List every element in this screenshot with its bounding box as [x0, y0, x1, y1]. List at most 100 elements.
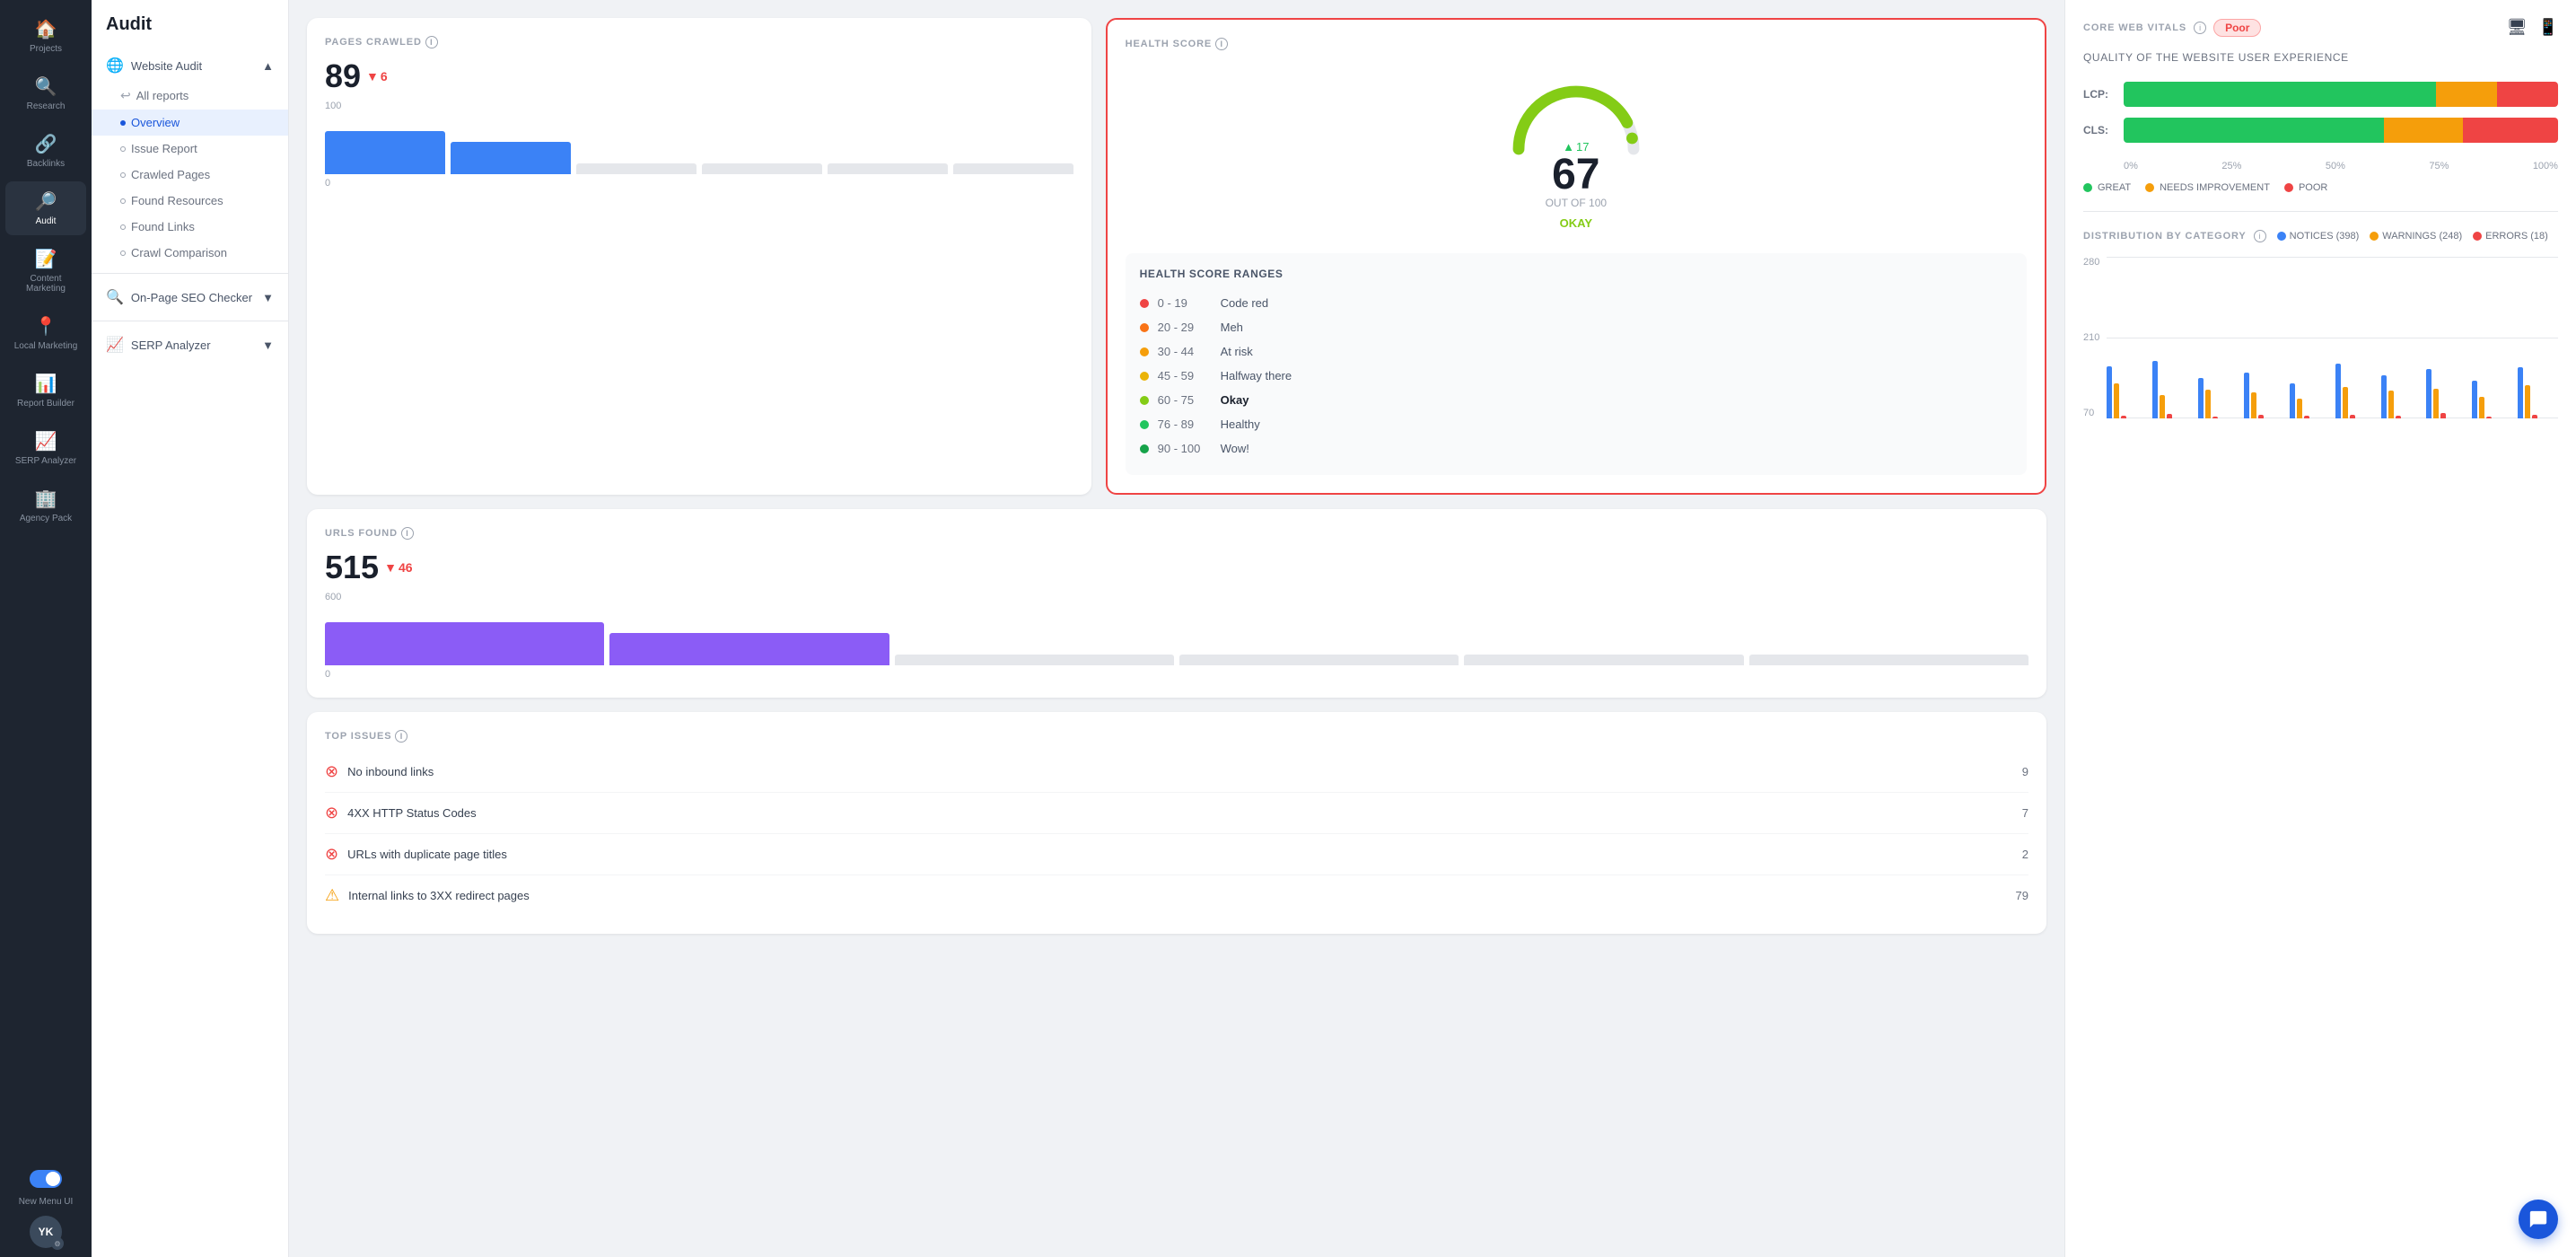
all-reports-label: All reports	[136, 89, 189, 102]
dist-y-70: 70	[2083, 408, 2099, 418]
nav-item-crawl-comparison[interactable]: Crawl Comparison	[92, 240, 288, 266]
issue-label-4: Internal links to 3XX redirect pages	[348, 889, 2006, 902]
nav-title: Audit	[92, 14, 288, 49]
sidebar-item-research[interactable]: 🔍 Research	[5, 66, 86, 120]
warnings-bar-6	[2388, 391, 2394, 418]
expand-on-page-seo-button[interactable]: ▼	[262, 291, 274, 304]
notices-bar-4	[2290, 383, 2295, 418]
sidebar: 🏠 Projects 🔍 Research 🔗 Backlinks 🔎 Audi…	[0, 0, 92, 1257]
globe-icon: 🌐	[106, 57, 124, 75]
pages-crawled-change: ▼ 6	[366, 69, 388, 84]
notices-bar-6	[2381, 375, 2387, 418]
avatar-initials: YK	[39, 1226, 54, 1238]
audit-icon: 🔎	[35, 190, 57, 213]
legend-great: GREAT	[2083, 182, 2131, 193]
url-bar-5	[1464, 655, 1743, 665]
errors-bar-9	[2532, 415, 2537, 418]
range-dot-amber	[1140, 347, 1149, 356]
pages-crawled-value: 89 ▼ 6	[325, 57, 1073, 95]
urls-found-info-icon[interactable]: i	[401, 527, 414, 540]
dist-bar-group-2	[2198, 378, 2239, 418]
nav-item-found-resources[interactable]: Found Resources	[92, 188, 288, 214]
sidebar-item-agency-pack[interactable]: 🏢 Agency Pack	[5, 479, 86, 532]
nav-divider-1	[92, 273, 288, 274]
collapse-website-audit-button[interactable]: ▲	[262, 59, 274, 73]
found-links-label: Found Links	[131, 220, 195, 233]
sidebar-item-projects[interactable]: 🏠 Projects	[5, 9, 86, 63]
nav-item-issue-report[interactable]: Issue Report	[92, 136, 288, 162]
sidebar-item-audit[interactable]: 🔎 Audit	[5, 181, 86, 235]
found-resources-label: Found Resources	[131, 194, 223, 207]
issue-label-2: 4XX HTTP Status Codes	[347, 806, 2013, 820]
sidebar-item-backlinks[interactable]: 🔗 Backlinks	[5, 124, 86, 178]
issue-item-1[interactable]: ⊗ No inbound links 9	[325, 752, 2028, 793]
nav-item-overview[interactable]: Overview	[92, 110, 288, 136]
sidebar-item-local-marketing[interactable]: 📍 Local Marketing	[5, 306, 86, 360]
pages-crawled-title: PAGES CRAWLED i	[325, 36, 1073, 48]
sidebar-item-content-marketing[interactable]: 📝 Content Marketing	[5, 239, 86, 303]
dist-bar-group-9	[2518, 367, 2558, 418]
notices-bar-0	[2107, 366, 2112, 418]
issue-item-4[interactable]: ⚠ Internal links to 3XX redirect pages 7…	[325, 875, 2028, 916]
cwv-info-icon[interactable]: i	[2194, 22, 2206, 34]
expand-serp-button[interactable]: ▼	[262, 338, 274, 352]
errors-bar-0	[2121, 416, 2126, 418]
dist-y-280: 280	[2083, 257, 2099, 268]
range-30-44: 30 - 44 At risk	[1140, 339, 2012, 364]
health-score-info-icon[interactable]: i	[1215, 38, 1228, 50]
cls-label: CLS:	[2083, 124, 2115, 136]
serp-icon: 📈	[35, 430, 57, 453]
research-icon: 🔍	[35, 75, 57, 98]
sidebar-item-serp-analyzer[interactable]: 📈 SERP Analyzer	[5, 421, 86, 475]
sidebar-label-research: Research	[27, 101, 66, 111]
crawl-comparison-label: Crawl Comparison	[131, 246, 227, 259]
issue-label-3: URLs with duplicate page titles	[347, 848, 2013, 861]
avatar-settings-badge[interactable]: ⚙	[51, 1237, 64, 1250]
nav-section-header-on-page-seo[interactable]: 🔍 On-Page SEO Checker ▼	[92, 281, 288, 313]
urls-found-title: URLS FOUND i	[325, 527, 2028, 540]
range-dot-orange	[1140, 323, 1149, 332]
top-issues-info-icon[interactable]: i	[395, 730, 407, 743]
nav-section-header-serp[interactable]: 📈 SERP Analyzer ▼	[92, 329, 288, 361]
errors-bar-4	[2304, 416, 2309, 418]
nav-section-website-audit: 🌐 Website Audit ▲ ↩ All reports Overview…	[92, 49, 288, 266]
range-dot-green	[1140, 420, 1149, 429]
legend-warnings: WARNINGS (248)	[2370, 231, 2462, 242]
dist-header: DISTRIBUTION BY CATEGORY i NOTICES (398)…	[2083, 230, 2558, 242]
desktop-icon[interactable]: 🖥	[2507, 18, 2528, 37]
issue-report-label: Issue Report	[131, 142, 197, 155]
active-dot	[120, 120, 126, 126]
new-menu-toggle[interactable]	[30, 1170, 62, 1188]
bar-5	[828, 163, 948, 174]
warnings-bar-0	[2114, 383, 2119, 418]
mobile-icon[interactable]: 📱	[2538, 18, 2558, 37]
notices-bar-1	[2152, 361, 2158, 418]
dist-bars-area	[2107, 257, 2558, 418]
chat-bubble[interactable]	[2519, 1200, 2558, 1239]
dist-legend: NOTICES (398) WARNINGS (248) ERRORS (18)	[2277, 231, 2548, 242]
main-content: PAGES CRAWLED i 89 ▼ 6 100	[289, 0, 2576, 1257]
cls-red-bar	[2463, 118, 2558, 143]
errors-bar-7	[2440, 413, 2446, 418]
dist-chart-wrapper: 280 210 70	[2083, 257, 2558, 418]
sidebar-label-report: Report Builder	[17, 399, 74, 409]
issue-item-2[interactable]: ⊗ 4XX HTTP Status Codes 7	[325, 793, 2028, 834]
errors-dot	[2473, 232, 2482, 241]
range-76-89: 76 - 89 Healthy	[1140, 412, 2012, 436]
bar-6	[953, 163, 1073, 174]
urls-y-min: 0	[325, 669, 2028, 680]
pages-crawled-info-icon[interactable]: i	[425, 36, 438, 48]
dist-bar-group-6	[2381, 375, 2422, 418]
warnings-bar-2	[2205, 390, 2211, 418]
section-divider	[2083, 211, 2558, 212]
notices-bar-5	[2335, 364, 2341, 418]
nav-item-crawled-pages[interactable]: Crawled Pages	[92, 162, 288, 188]
warnings-dot	[2370, 232, 2379, 241]
nav-item-all-reports[interactable]: ↩ All reports	[92, 82, 288, 110]
nav-section-header-website-audit[interactable]: 🌐 Website Audit ▲	[92, 49, 288, 82]
sidebar-item-report-builder[interactable]: 📊 Report Builder	[5, 364, 86, 418]
dist-info-icon[interactable]: i	[2254, 230, 2266, 242]
nav-item-found-links[interactable]: Found Links	[92, 214, 288, 240]
avatar[interactable]: YK ⚙	[30, 1216, 62, 1248]
issue-item-3[interactable]: ⊗ URLs with duplicate page titles 2	[325, 834, 2028, 875]
